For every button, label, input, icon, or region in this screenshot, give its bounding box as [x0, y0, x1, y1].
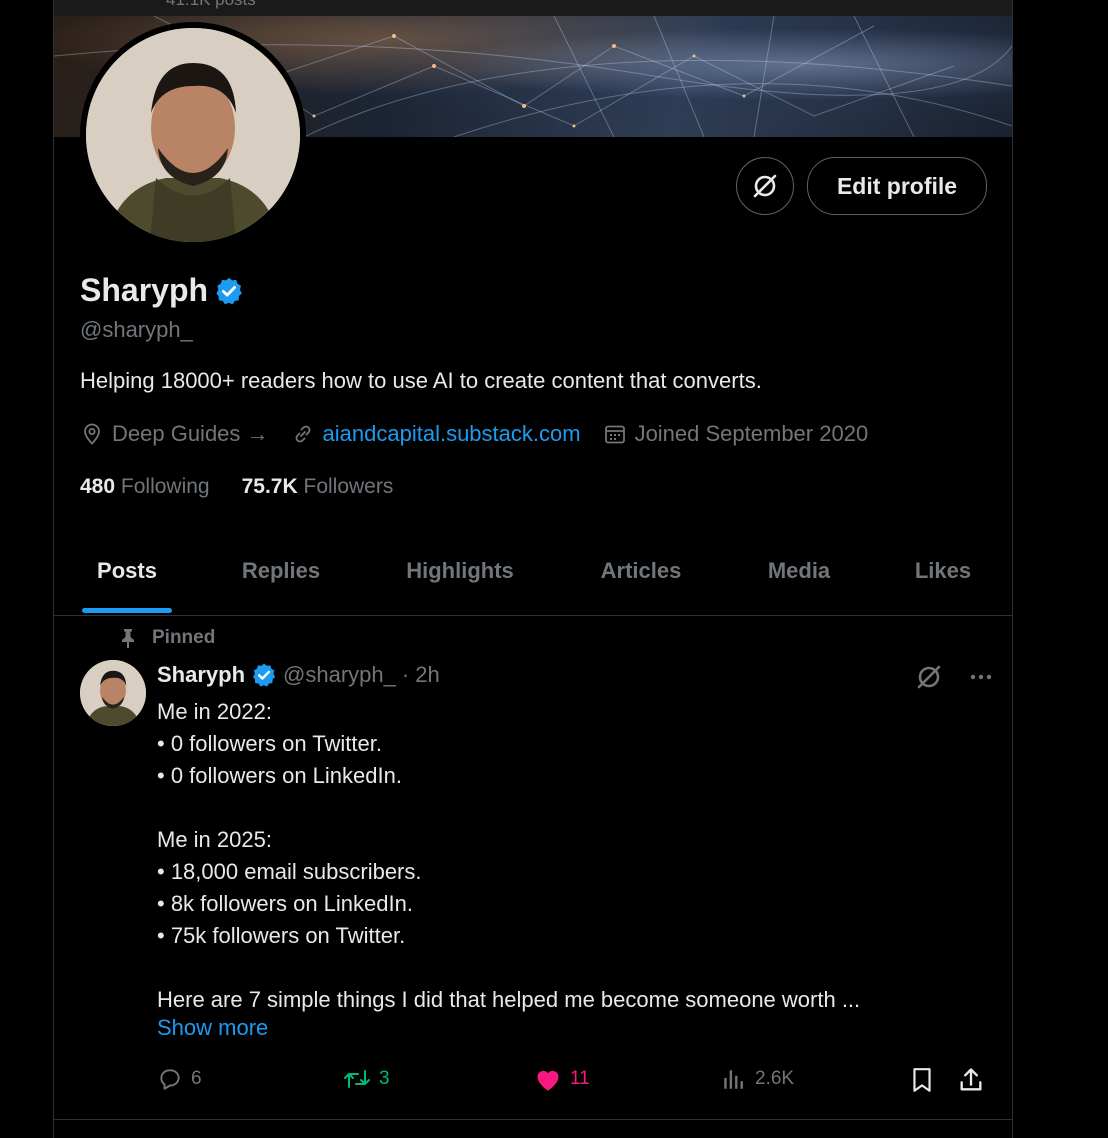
share-icon: [960, 1068, 982, 1091]
heart-icon: [537, 1070, 559, 1091]
share-button[interactable]: [957, 1066, 985, 1094]
post-line: [157, 792, 987, 824]
tab-highlights[interactable]: Highlights: [406, 558, 514, 584]
link-icon: [295, 425, 310, 443]
post-top-actions: [914, 662, 994, 692]
like-button[interactable]: 11: [534, 1066, 590, 1092]
post-dot: ·: [401, 662, 410, 687]
post-line: • 0 followers on Twitter.: [157, 731, 382, 756]
post-time[interactable]: 2h: [415, 662, 439, 688]
post-count: 41.1K posts: [166, 0, 256, 10]
repost-button[interactable]: 3: [343, 1066, 390, 1092]
repost-count: 3: [379, 1068, 390, 1089]
grok-button[interactable]: [736, 157, 794, 215]
tab-likes[interactable]: Likes: [915, 558, 971, 584]
following-link[interactable]: 480 Following: [80, 475, 210, 499]
bookmark-button[interactable]: [909, 1066, 935, 1094]
profile-tabs: Posts Replies Highlights Articles Media …: [54, 540, 1012, 616]
edit-profile-button[interactable]: Edit profile: [807, 157, 987, 215]
post-line: Me in 2025:: [157, 827, 272, 852]
verified-badge-icon[interactable]: [251, 662, 277, 688]
tab-posts[interactable]: Posts: [97, 558, 157, 584]
show-more-link[interactable]: Show more: [157, 1015, 268, 1041]
category-item[interactable]: Deep Guides →: [80, 421, 269, 447]
reply-icon: [160, 1069, 180, 1090]
post-line: • 0 followers on LinkedIn.: [157, 763, 402, 788]
avatar-portrait: [86, 28, 300, 242]
category-label: Deep Guides →: [112, 421, 269, 446]
profile-avatar[interactable]: [86, 28, 300, 242]
tab-articles[interactable]: Articles: [601, 558, 682, 584]
profile-name-row: Sharyph: [80, 272, 244, 309]
verified-badge-icon[interactable]: [214, 276, 244, 306]
profile-handle: @sharyph_: [80, 317, 193, 342]
like-count: 11: [570, 1068, 590, 1089]
post-author-name[interactable]: Sharyph: [157, 662, 245, 688]
views-icon: [724, 1070, 743, 1089]
more-options-icon[interactable]: [968, 664, 994, 690]
post-author-avatar[interactable]: [80, 660, 146, 726]
follow-stats: 480 Following 75.7K Followers: [80, 475, 393, 499]
calendar-icon: [604, 425, 625, 444]
post-line: Here are 7 simple things I did that help…: [157, 987, 861, 1012]
pin-icon: [122, 629, 134, 648]
bookmark-icon: [913, 1068, 931, 1092]
views-count: 2.6K: [755, 1068, 795, 1089]
tab-replies[interactable]: Replies: [242, 558, 320, 584]
grok-icon: [753, 174, 777, 198]
website-link[interactable]: aiandcapital.substack.com: [323, 421, 581, 447]
joined-label: Joined September 2020: [634, 421, 869, 446]
reply-button[interactable]: 6: [157, 1066, 202, 1092]
reply-count: 6: [191, 1068, 202, 1089]
post-divider: [54, 1119, 1012, 1120]
profile-name: Sharyph: [80, 272, 209, 308]
profile-bio: Helping 18000+ readers how to use AI to …: [80, 368, 762, 393]
post-line: [157, 952, 987, 984]
post-line: • 18,000 email subscribers.: [157, 859, 422, 884]
profile-column: 41.1K posts: [53, 0, 1013, 1138]
post-author-handle[interactable]: @sharyph_: [283, 662, 396, 688]
post-header: Sharyph @sharyph_ · 2h: [157, 662, 440, 688]
avatar-portrait-small: [80, 660, 146, 726]
followers-link[interactable]: 75.7K Followers: [242, 475, 394, 499]
post-line: • 75k followers on Twitter.: [157, 923, 406, 948]
tab-media[interactable]: Media: [768, 558, 830, 584]
views-button[interactable]: 2.6K: [721, 1066, 794, 1092]
website-item[interactable]: aiandcapital.substack.com: [291, 421, 581, 447]
repost-icon: [344, 1070, 370, 1088]
location-pin-icon: [84, 423, 100, 445]
profile-meta: Deep Guides → aiandcapital.substack.com …: [80, 421, 890, 447]
pinned-label: Pinned: [152, 627, 216, 648]
pinned-label-row: Pinned: [118, 627, 215, 649]
joined-item: Joined September 2020: [603, 421, 869, 447]
top-header: 41.1K posts: [54, 0, 1012, 16]
post-line: • 8k followers on LinkedIn.: [157, 891, 413, 916]
post-actions: 6 3 11 2.6K: [157, 1066, 987, 1100]
grok-icon[interactable]: [914, 662, 944, 692]
active-tab-indicator: [82, 608, 172, 613]
post-body: Me in 2022: • 0 followers on Twitter. • …: [157, 696, 987, 1016]
post-line: Me in 2022:: [157, 699, 272, 724]
